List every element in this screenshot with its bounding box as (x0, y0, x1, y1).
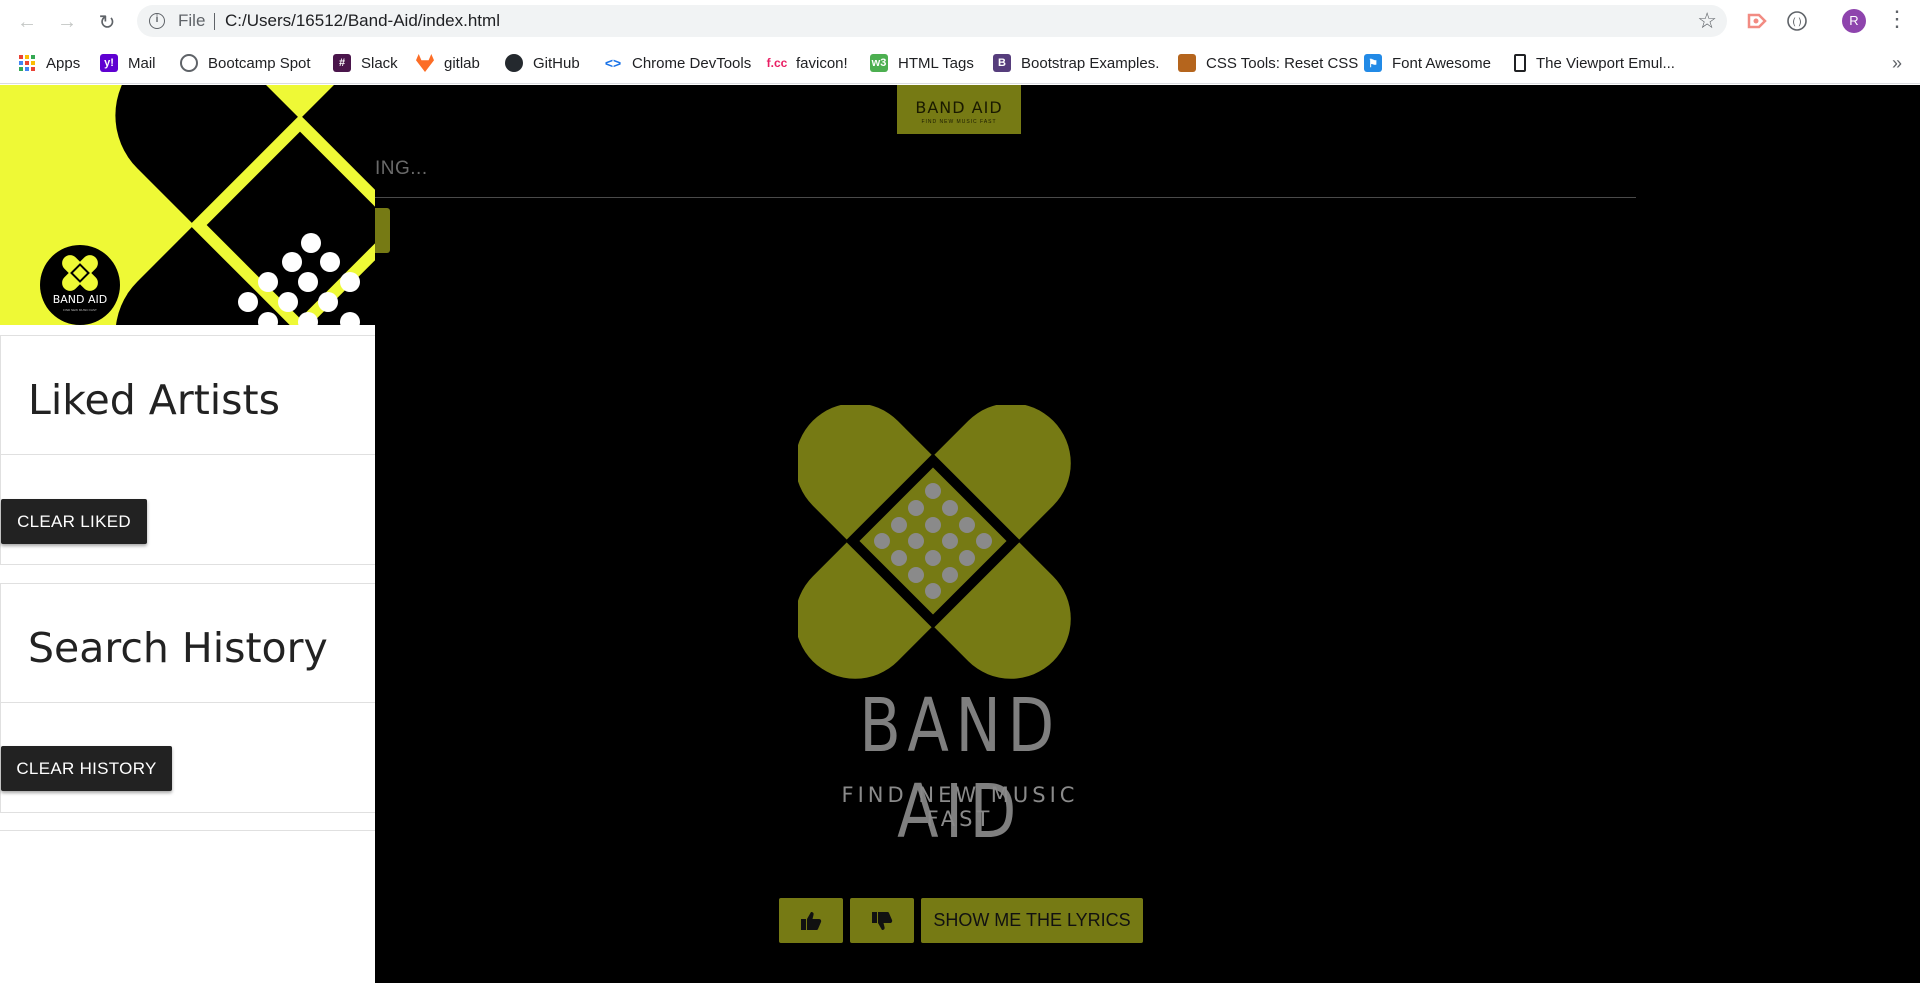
bookmark-label: CSS Tools: Reset CSS (1206, 54, 1359, 72)
bookmark-label: The Viewport Emul... (1536, 54, 1675, 72)
band-aid-badge-icon (62, 255, 98, 291)
search-button[interactable] (375, 208, 390, 253)
bookmark-bootcamp-spot[interactable]: Bootcamp Spot (180, 50, 311, 76)
github-icon (505, 54, 523, 72)
bookmark-html-tags[interactable]: w3 HTML Tags (870, 50, 974, 76)
sidebar-divider (0, 830, 375, 831)
slack-icon: # (333, 54, 351, 72)
reload-icon[interactable]: ↻ (95, 10, 119, 34)
devtools-icon: <> (604, 55, 622, 71)
w3-icon: w3 (870, 54, 888, 72)
sidebar-logo-badge: BAND AID FIND NEW MUSIC FAST (40, 245, 120, 325)
bookmark-apps[interactable]: Apps (18, 50, 80, 76)
yahoo-icon: y! (100, 54, 118, 72)
profile-avatar[interactable]: R (1842, 9, 1866, 33)
site-info-icon[interactable]: i (149, 13, 165, 29)
browser-toolbar: ← → ↻ i File C:/Users/16512/Band-Aid/ind… (0, 0, 1920, 42)
brand-tagline: FIND NEW MUSIC FAST (841, 783, 1079, 831)
gitlab-icon (416, 54, 434, 72)
thumbs-up-icon (801, 911, 822, 930)
header-logo[interactable]: BAND AID FIND NEW MUSIC FAST (897, 85, 1021, 134)
bookmark-gitlab[interactable]: gitlab (416, 50, 480, 76)
main-content: BAND AID FIND NEW MUSIC FAST ING... BAND… (375, 85, 1920, 983)
forward-arrow-icon[interactable]: → (55, 10, 79, 34)
font-awesome-flag-icon: ⚑ (1364, 54, 1382, 72)
sidebar: BAND AID FIND NEW MUSIC FAST Liked Artis… (0, 85, 375, 983)
liked-artists-title: Liked Artists (28, 376, 280, 424)
extension-cast-icon[interactable] (1745, 9, 1769, 33)
page: BAND AID FIND NEW MUSIC FAST ING... BAND… (0, 85, 1920, 983)
header-logo-name: BAND AID (915, 98, 1003, 117)
bookmark-favicon[interactable]: f.cc favicon! (766, 50, 848, 76)
bookmark-chrome-devtools[interactable]: <> Chrome DevTools (604, 50, 751, 76)
bookmark-reset-css[interactable]: CSS Tools: Reset CSS (1178, 50, 1358, 76)
url-scheme: File (178, 11, 206, 30)
bookmark-github[interactable]: GitHub (505, 50, 580, 76)
search-history-title: Search History (28, 624, 328, 672)
bookmark-label: favicon! (796, 54, 848, 72)
search-history-header: Search History (1, 584, 375, 703)
globe-icon (180, 54, 198, 72)
bookmark-label: Bootcamp Spot (208, 54, 311, 72)
liked-artists-header: Liked Artists (1, 336, 375, 455)
dislike-button[interactable] (850, 898, 914, 943)
search-input[interactable]: ING... (375, 158, 428, 180)
bookmark-label: HTML Tags (898, 54, 974, 72)
bookmark-label: Bootstrap Examples. (1021, 54, 1160, 72)
bookmark-font-awesome[interactable]: ⚑ Font Awesome (1364, 50, 1491, 76)
search-history-card: Search History CLEAR HISTORY (0, 583, 375, 813)
apps-grid-icon (18, 54, 36, 72)
bookmark-label: Mail (128, 54, 156, 72)
sidebar-logo-name: BAND AID (52, 293, 108, 306)
bookmark-label: gitlab (444, 54, 480, 72)
bookmarks-bar: Apps y! Mail Bootcamp Spot # Slack gitla… (0, 42, 1920, 84)
search-underline (375, 197, 1636, 198)
url-separator (214, 13, 215, 30)
show-lyrics-button[interactable]: SHOW ME THE LYRICS (921, 898, 1143, 943)
reset-css-icon (1178, 54, 1196, 72)
bookmark-mail[interactable]: y! Mail (100, 50, 156, 76)
bookmark-label: Chrome DevTools (632, 54, 752, 72)
bookmark-bootstrap-examples[interactable]: B Bootstrap Examples. (993, 50, 1159, 76)
thumbs-down-icon (872, 911, 893, 930)
sidebar-logo-tagline: FIND NEW MUSIC FAST (63, 308, 97, 312)
favicon-cc-icon: f.cc (766, 56, 788, 70)
bookmark-label: Apps (46, 54, 81, 72)
bootstrap-icon: B (993, 54, 1011, 72)
liked-artists-card: Liked Artists CLEAR LIKED (0, 335, 375, 565)
back-arrow-icon[interactable]: ← (15, 10, 39, 34)
bookmark-label: Slack (361, 54, 398, 72)
clear-liked-button[interactable]: CLEAR LIKED (1, 499, 147, 544)
bookmark-slack[interactable]: # Slack (333, 50, 398, 76)
more-bookmarks-icon[interactable]: » (1892, 53, 1902, 74)
extension-code-icon[interactable]: () (1785, 9, 1809, 33)
browser-menu-icon[interactable]: ⋮ (1886, 6, 1908, 32)
address-bar[interactable]: i File C:/Users/16512/Band-Aid/index.htm… (137, 5, 1727, 37)
bookmark-label: Font Awesome (1392, 54, 1491, 72)
sidebar-hero-image: BAND AID FIND NEW MUSIC FAST (0, 85, 375, 325)
header-logo-tagline: FIND NEW MUSIC FAST (921, 119, 997, 125)
bookmark-star-icon[interactable]: ☆ (1697, 8, 1717, 34)
clear-history-button[interactable]: CLEAR HISTORY (1, 746, 172, 791)
svg-text:(): () (1791, 17, 1803, 28)
like-button[interactable] (779, 898, 843, 943)
bookmark-viewport-emulator[interactable]: The Viewport Emul... (1514, 50, 1675, 76)
device-icon (1514, 54, 1526, 72)
url-text[interactable]: C:/Users/16512/Band-Aid/index.html (225, 11, 500, 31)
bookmark-label: GitHub (533, 54, 580, 72)
